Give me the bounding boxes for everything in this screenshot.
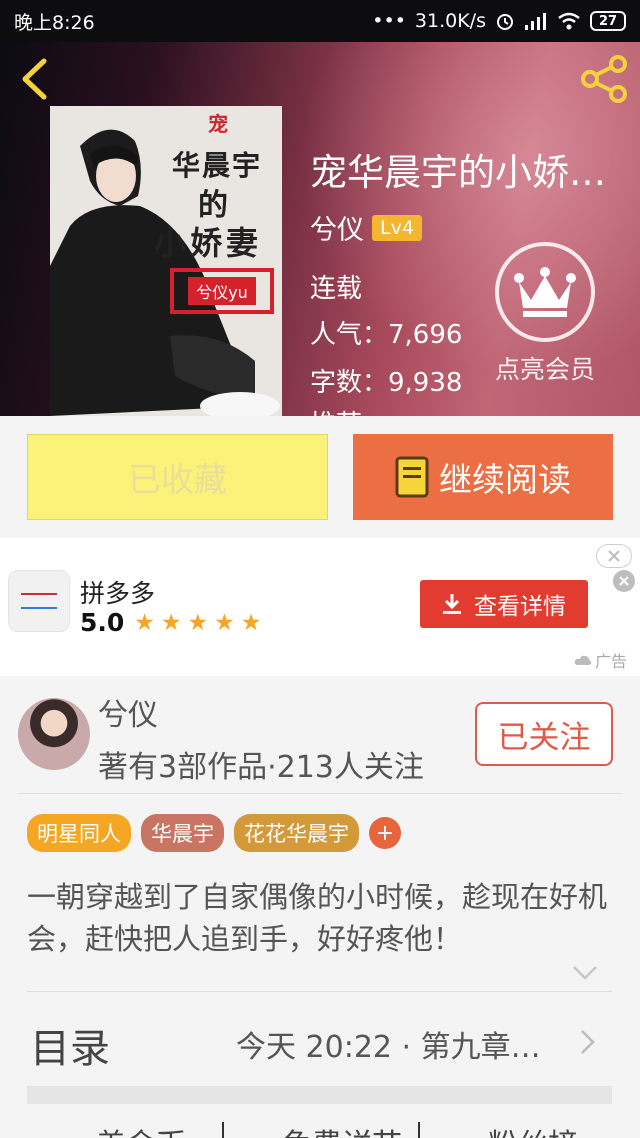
book-header: 宠 华晨宇 的 小娇妻 兮仪yu 宠华晨宇的小娇… 兮仪 Lv4 连载 人气：7… (0, 42, 640, 416)
book-description: 一朝穿越到了自家偶像的小时候，趁现在好机会，赶快把人追到手，好好疼他！ (27, 880, 608, 956)
book-status: 连载 (310, 274, 363, 304)
back-button[interactable] (14, 56, 54, 102)
star-icon: ★ (134, 609, 155, 636)
cover-title-line3: 小娇妻 (154, 224, 263, 262)
cloud-icon (574, 655, 592, 665)
tab-fan-ranking[interactable]: 粉丝榜 (488, 1120, 578, 1138)
cover-mark: 宠 (208, 112, 228, 136)
ad-score: 5.0 (80, 608, 125, 637)
network-speed: 31.0K/s (414, 10, 486, 32)
author-section: 兮仪 著有3部作品·213人关注 已关注 明星同人 华晨宇 花花华晨宇 + 一朝… (0, 676, 640, 1138)
divider (18, 793, 622, 794)
vip-label: 点亮会员 (494, 355, 595, 384)
chevron-down-icon[interactable] (572, 964, 598, 982)
book-detail-page: 晚上8:26 ••• 31.0K/s 27 宠 华晨宇 的 小娇妻 兮仪yu 宠… (0, 0, 640, 1138)
author-avatar[interactable] (18, 698, 90, 770)
follow-button[interactable]: 已关注 (475, 702, 613, 766)
chevron-right-icon[interactable] (578, 1028, 598, 1056)
tab-free-chapters[interactable]: 免费详节 (282, 1120, 402, 1138)
ad-label: 广告 (574, 648, 627, 672)
share-icon (581, 55, 627, 103)
chevron-left-icon (22, 58, 47, 100)
continue-reading-button[interactable]: 继续阅读 (353, 434, 613, 520)
download-icon (443, 594, 461, 614)
book-author[interactable]: 兮仪 (310, 208, 364, 247)
ad-close-button[interactable] (613, 570, 635, 592)
book-author-row: 兮仪 Lv4 (310, 208, 422, 247)
status-icons: ••• 31.0K/s 27 (372, 10, 626, 32)
vip-ring (495, 242, 595, 342)
tag-chip[interactable]: 华晨宇 (141, 814, 224, 852)
book-title: 宠华晨宇的小娇… (310, 151, 606, 194)
cover-author-box: 兮仪yu (170, 268, 274, 314)
star-icon: ★ (160, 609, 182, 636)
cover-title-line1: 华晨宇 (172, 149, 263, 182)
section-gap (27, 1086, 612, 1104)
toc-latest-chapter[interactable]: 今天 20:22 · 第九章… (236, 1022, 566, 1066)
close-icon (608, 550, 620, 562)
tab-separator (222, 1122, 224, 1138)
ad-tag-text: 广告 (595, 652, 628, 671)
status-bar: 晚上8:26 ••• 31.0K/s 27 (0, 0, 640, 42)
toc-title[interactable]: 目录 (30, 1016, 110, 1074)
tag-chip[interactable]: 明星同人 (27, 814, 131, 852)
ad-details-button[interactable]: 查看详情 (420, 580, 588, 628)
share-button[interactable] (578, 54, 632, 104)
signal-icon (525, 13, 546, 30)
ad-dismiss-button[interactable] (596, 544, 632, 568)
star-icon: ★ (187, 609, 209, 636)
book-tags: 明星同人 华晨宇 花花华晨宇 + (27, 814, 401, 852)
star-icon: ★ (214, 609, 235, 636)
book-cover[interactable]: 宠 华晨宇 的 小娇妻 兮仪yu (50, 106, 282, 416)
book-extra-info: 推荐 (310, 404, 362, 416)
ad-app-logo (8, 570, 70, 632)
collected-button[interactable]: 已收藏 (27, 434, 328, 520)
status-time: 晚上8:26 (14, 11, 95, 34)
battery-indicator: 27 (590, 11, 626, 31)
tag-chip[interactable]: 花花华晨宇 (234, 814, 359, 852)
bottom-tabs: 盖金币 免费详节 粉丝榜 (0, 1120, 640, 1138)
book-word-count: 字数：9,938 (310, 368, 463, 398)
author-level-badge: Lv4 (372, 214, 422, 241)
wifi-icon (558, 12, 580, 30)
author-name[interactable]: 兮仪 (98, 690, 158, 734)
add-tag-button[interactable]: + (369, 817, 401, 849)
ad-details-label: 查看详情 (474, 594, 566, 620)
divider (27, 991, 612, 992)
ad-rating: 5.0 ★ ★ ★ ★ ★ (80, 608, 261, 637)
author-stats: 著有3部作品·213人关注 (98, 750, 424, 785)
ad-banner[interactable]: 拼多多 5.0 ★ ★ ★ ★ ★ 查看详情 广告 (0, 538, 640, 676)
more-dots-icon: ••• (372, 10, 406, 32)
crown-icon (514, 267, 576, 317)
tab-gold-coin[interactable]: 盖金币 (96, 1120, 186, 1138)
star-icon: ★ (240, 609, 262, 636)
vip-button[interactable]: 点亮会员 (480, 242, 610, 392)
book-icon (395, 456, 429, 498)
ad-logo-mark (21, 593, 57, 609)
continue-reading-label: 继续阅读 (439, 460, 571, 499)
cover-author-tag: 兮仪yu (188, 277, 256, 305)
action-bar: 已收藏 继续阅读 (0, 416, 640, 538)
alarm-icon (497, 14, 513, 30)
tab-separator (418, 1122, 420, 1138)
close-icon (619, 576, 629, 586)
ad-app-name: 拼多多 (80, 579, 156, 608)
book-popularity: 人气：7,696 (310, 320, 463, 350)
